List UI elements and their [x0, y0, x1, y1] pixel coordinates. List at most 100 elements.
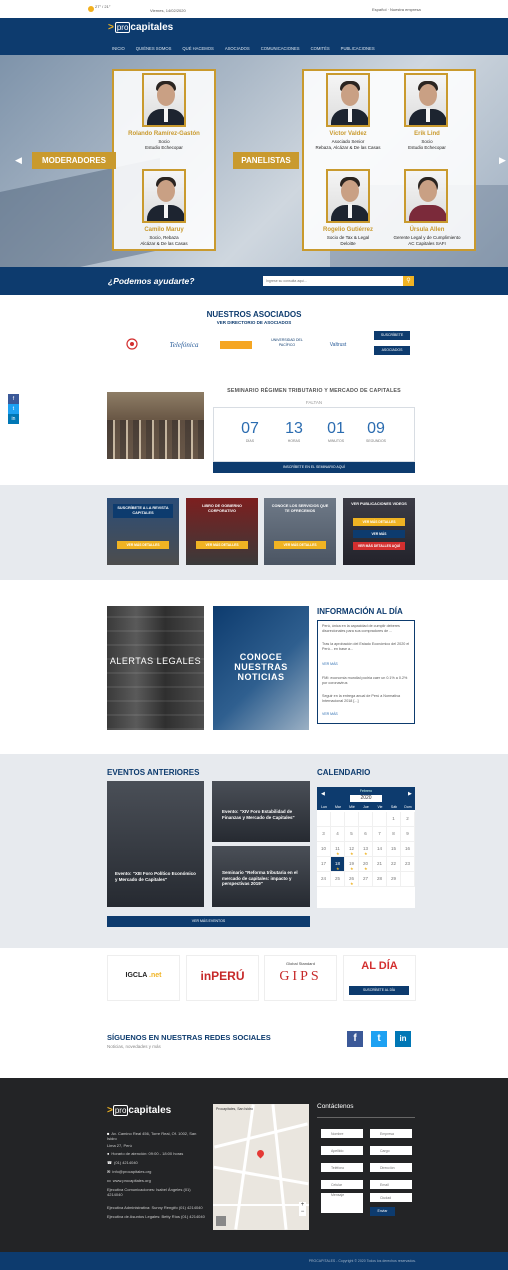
associate-logo-valtrust[interactable]: Valtrust — [317, 338, 359, 352]
calendar-day[interactable]: 12 — [345, 842, 359, 857]
top-links[interactable]: Español · Nuestra empresa — [372, 7, 421, 12]
calendar-day[interactable]: 27 — [359, 872, 373, 887]
calendar-day[interactable]: 16 — [401, 842, 415, 857]
calendar-day[interactable]: 28 — [373, 872, 387, 887]
calendar-day[interactable]: 6 — [359, 827, 373, 842]
event-card[interactable]: Seminario "Reforma tributaria en el merc… — [212, 846, 310, 907]
aldia-subscribe-button[interactable]: SUSCRÍBETE AL DÍA — [349, 986, 409, 995]
contact-city-field[interactable] — [370, 1193, 412, 1202]
contact-position-field[interactable] — [370, 1146, 412, 1155]
tile-servicios[interactable]: CONOCE LOS SERVICIOS QUE TE OFRECEMOS VE… — [264, 498, 336, 565]
menu-item-inicio[interactable]: INICIO — [112, 46, 125, 51]
contact-message-field[interactable] — [321, 1193, 363, 1213]
contact-company-field[interactable] — [370, 1129, 412, 1138]
menu-item-comunicaciones[interactable]: COMUNICACIONES — [261, 46, 300, 51]
info-more-link[interactable]: VER MÁS — [322, 662, 338, 666]
site-logo[interactable]: > pro capitales — [108, 22, 173, 33]
calendar-day[interactable]: 19 — [345, 857, 359, 872]
footer-website[interactable]: ▭ www.procapitales.org — [107, 1178, 207, 1183]
tile-libro-button[interactable]: VER MÁS DETALLES — [196, 541, 248, 549]
linkedin-icon[interactable]: in — [395, 1031, 411, 1047]
associates-button[interactable]: ASOCIADOS — [374, 346, 410, 355]
associate-logo-up[interactable]: UNIVERSIDAD DEL PACÍFICO — [264, 338, 310, 352]
twitter-icon[interactable]: t — [8, 404, 19, 414]
associate-logo-telefonica[interactable]: Telefónica — [164, 338, 204, 352]
alertas-legales-card[interactable]: ALERTAS LEGALES — [107, 606, 204, 730]
tile-publicaciones[interactable]: VER PUBLICACIONES VIDEOS VER MÁS DETALLE… — [343, 498, 415, 565]
help-search-input[interactable] — [263, 276, 403, 286]
calendar-day[interactable]: 25 — [331, 872, 345, 887]
partner-igcla[interactable]: IGCLA .net — [107, 955, 180, 1001]
associates-directory-link[interactable]: VER DIRECTORIO DE ASOCIADOS — [0, 320, 508, 325]
tile-servicios-button[interactable]: VER MÁS DETALLES — [274, 541, 326, 549]
footer-email[interactable]: ✉ info@procapitales.org — [107, 1169, 207, 1174]
calendar-day[interactable]: 1 — [387, 812, 401, 827]
tile-publicaciones-button[interactable]: VER MÁS DETALLES — [353, 518, 405, 526]
linkedin-icon[interactable]: in — [8, 414, 19, 424]
contact-send-button[interactable]: Enviar — [370, 1207, 395, 1216]
more-events-button[interactable]: VER MÁS EVENTOS — [107, 916, 310, 927]
seminar-register-button[interactable]: INSCRÍBETE EN EL SEMINARIO AQUÍ — [213, 462, 415, 473]
associate-logo-bank[interactable] — [115, 338, 149, 352]
calendar-day[interactable]: 4 — [331, 827, 345, 842]
calendar-year[interactable]: 2020 — [350, 795, 382, 802]
info-item[interactable]: Seguir en la entrega anual de Perú a Nor… — [322, 694, 410, 704]
search-icon[interactable]: ⚲ — [403, 276, 414, 286]
event-card[interactable]: Evento: "XIII Foro Político Económico y … — [107, 781, 204, 907]
contact-email-field[interactable] — [370, 1180, 412, 1189]
tile-publicaciones-details[interactable]: VER MÁS DETALLES AQUÍ — [353, 542, 405, 550]
menu-item-quienes-somos[interactable]: QUIÉNES SOMOS — [136, 46, 172, 51]
calendar-day[interactable]: 20 — [359, 857, 373, 872]
calendar-day[interactable]: 23 — [401, 857, 415, 872]
calendar-day[interactable]: 3 — [317, 827, 331, 842]
calendar-day[interactable]: 24 — [317, 872, 331, 887]
calendar-day[interactable]: 21 — [373, 857, 387, 872]
menu-item-comites[interactable]: COMITÉS — [311, 46, 330, 51]
twitter-icon[interactable]: t — [371, 1031, 387, 1047]
contact-mobile-field[interactable] — [321, 1180, 363, 1189]
footer-phone[interactable]: ☎ (01) 4214040 — [107, 1160, 207, 1165]
calendar-day[interactable]: 13 — [359, 842, 373, 857]
calendar-day[interactable]: 10 — [317, 842, 331, 857]
info-item[interactable]: Tras la aprobación del Estado Económico … — [322, 642, 410, 652]
tile-libro[interactable]: LIBRO DE GOBIERNO CORPORATIVO VER MÁS DE… — [186, 498, 258, 565]
facebook-icon[interactable]: f — [8, 394, 19, 404]
calendar-prev-icon[interactable]: ◀ — [321, 791, 325, 797]
info-item[interactable]: Perú, única en la capacidad de cumplir d… — [322, 624, 410, 634]
tile-revista-button[interactable]: VER MÁS DETALLES — [117, 541, 169, 549]
noticias-card[interactable]: CONOCE NUESTRAS NOTICIAS — [213, 606, 309, 730]
calendar-day[interactable]: 14 — [373, 842, 387, 857]
facebook-icon[interactable]: f — [347, 1031, 363, 1047]
menu-item-publicaciones[interactable]: PUBLICACIONES — [341, 46, 375, 51]
calendar-day[interactable]: 5 — [345, 827, 359, 842]
info-item[interactable]: FMI: economía mundial podría caer un 0.1… — [322, 676, 410, 686]
tile-revista[interactable]: SUSCRÍBETE A LA REVISTA CAPITALES VER MÁ… — [107, 498, 179, 565]
contact-phone-field[interactable] — [321, 1163, 363, 1172]
calendar-day[interactable]: 11 — [331, 842, 345, 857]
subscribe-button[interactable]: SUSCRÍBETE — [374, 331, 410, 340]
calendar-day[interactable]: 9 — [401, 827, 415, 842]
tile-publicaciones-more[interactable]: VER MÁS — [353, 530, 405, 538]
associate-logo-orange[interactable] — [218, 338, 254, 352]
calendar-day[interactable]: 18 — [331, 857, 345, 872]
calendar-day[interactable]: 26 — [345, 872, 359, 887]
contact-address-field[interactable] — [370, 1163, 412, 1172]
carousel-next-icon[interactable]: ▶ — [499, 155, 506, 166]
footer-logo[interactable]: > pro capitales — [107, 1105, 171, 1116]
carousel-prev-icon[interactable]: ◀ — [15, 155, 22, 166]
info-more-link[interactable]: VER MÁS — [322, 712, 338, 716]
calendar-day[interactable]: 29 — [387, 872, 401, 887]
menu-item-que-hacemos[interactable]: QUÉ HACEMOS — [182, 46, 213, 51]
event-card[interactable]: Evento: "XIV Foro Estabilidad de Finanza… — [212, 781, 310, 842]
calendar-next-icon[interactable]: ▶ — [408, 791, 412, 797]
partner-inperu[interactable]: inPERÚ — [186, 955, 259, 1001]
footer-map[interactable]: + − — [213, 1104, 309, 1230]
menu-item-asociados[interactable]: ASOCIADOS — [225, 46, 250, 51]
calendar-day[interactable]: 15 — [387, 842, 401, 857]
calendar-day[interactable]: 8 — [387, 827, 401, 842]
calendar-day[interactable]: 22 — [387, 857, 401, 872]
contact-lastname-field[interactable] — [321, 1146, 363, 1155]
contact-name-field[interactable] — [321, 1129, 363, 1138]
partner-gips[interactable]: Global Standard GIPS — [264, 955, 337, 1001]
calendar-day[interactable]: 17 — [317, 857, 331, 872]
